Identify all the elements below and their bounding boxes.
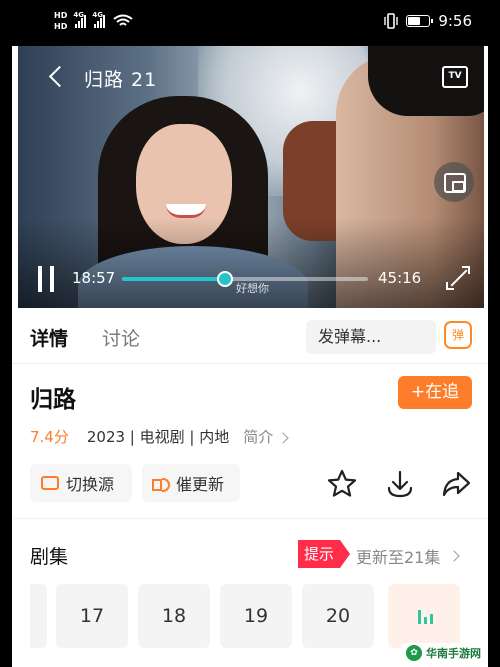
episode-tile-playing[interactable]: [388, 584, 460, 648]
video-player[interactable]: 归路 21 TV 18:57 好想你 45:16: [18, 46, 484, 308]
video-title: 归路 21: [84, 69, 158, 91]
vibrate-icon: [384, 13, 399, 29]
status-bar: HD HD 4G 4G 9:56: [12, 0, 488, 46]
playing-equalizer-icon: [418, 610, 433, 624]
sim1-label: 4G: [73, 11, 84, 19]
switch-source-button[interactable]: 切换源: [30, 464, 132, 502]
chevron-right-icon: [448, 550, 461, 562]
episode-tile[interactable]: 19: [220, 584, 292, 648]
show-title: 归路: [30, 387, 76, 413]
share-icon[interactable]: [440, 468, 472, 500]
urge-update-button[interactable]: 催更新: [142, 464, 240, 502]
tab-discussion[interactable]: 讨论: [102, 324, 140, 351]
progress-fill: [122, 277, 226, 281]
status-left: HD HD 4G 4G: [54, 10, 133, 32]
danmu-toggle-icon[interactable]: 弹: [444, 321, 472, 349]
favorite-star-icon[interactable]: [326, 468, 358, 500]
fullscreen-icon[interactable]: [446, 266, 470, 290]
watermark-logo-icon: ✿: [406, 645, 422, 661]
episode-tile-partial[interactable]: [30, 584, 47, 648]
episode-tile[interactable]: 20: [302, 584, 374, 648]
meta-text: 2023 | 电视剧 | 内地: [86, 428, 230, 446]
follow-button[interactable]: +在追: [398, 376, 472, 409]
picture-in-picture-button[interactable]: [434, 162, 474, 202]
app-screen: HD HD 4G 4G 9:56 归路 21 TV 18:57 好想你 45:1…: [12, 0, 488, 667]
current-time: 18:57: [72, 269, 116, 287]
swap-icon: [40, 476, 59, 490]
watermark: ✿ 华南手游网: [401, 643, 486, 663]
hd-bottom: HD: [54, 22, 68, 31]
total-time: 45:16: [378, 269, 422, 287]
danmu-comment: 好想你: [236, 282, 269, 295]
hd-top: HD: [54, 11, 68, 20]
intro-link[interactable]: 简介: [243, 426, 289, 447]
signal-icon-2: 4G: [92, 11, 106, 28]
divider: [12, 518, 488, 519]
battery-icon: [406, 15, 434, 27]
episodes-title: 剧集: [30, 546, 69, 568]
hd-indicator: HD HD: [54, 10, 67, 32]
pause-button[interactable]: [38, 266, 58, 292]
tab-bar: 详情 讨论 发弹幕... 弹: [12, 308, 488, 364]
episode-tile[interactable]: 17: [56, 584, 128, 648]
tv-cast-icon[interactable]: TV: [442, 66, 468, 88]
back-icon[interactable]: [48, 66, 66, 88]
update-status-link[interactable]: 更新至21集: [356, 544, 461, 568]
show-meta: 7.4分 2023 | 电视剧 | 内地 简介: [30, 426, 289, 447]
clock: 9:56: [438, 12, 472, 30]
download-icon[interactable]: [384, 468, 416, 500]
tab-details[interactable]: 详情: [30, 324, 68, 351]
sim2-label: 4G: [92, 11, 103, 19]
urge-update-label: 催更新: [176, 475, 225, 494]
status-right: 9:56: [384, 12, 472, 30]
episode-tile[interactable]: 18: [138, 584, 210, 648]
chevron-right-icon: [277, 432, 289, 444]
watermark-text: 华南手游网: [426, 647, 481, 660]
signal-icon: 4G: [73, 11, 87, 28]
hint-badge: 提示: [298, 540, 351, 568]
update-status: 更新至21集: [356, 548, 441, 567]
speaker-icon: [152, 476, 170, 492]
danmu-input[interactable]: 发弹幕...: [306, 320, 436, 354]
switch-source-label: 切换源: [66, 475, 115, 494]
rating-score: 7.4分: [30, 428, 69, 446]
intro-label: 简介: [243, 428, 274, 446]
wifi-icon: [113, 14, 133, 26]
